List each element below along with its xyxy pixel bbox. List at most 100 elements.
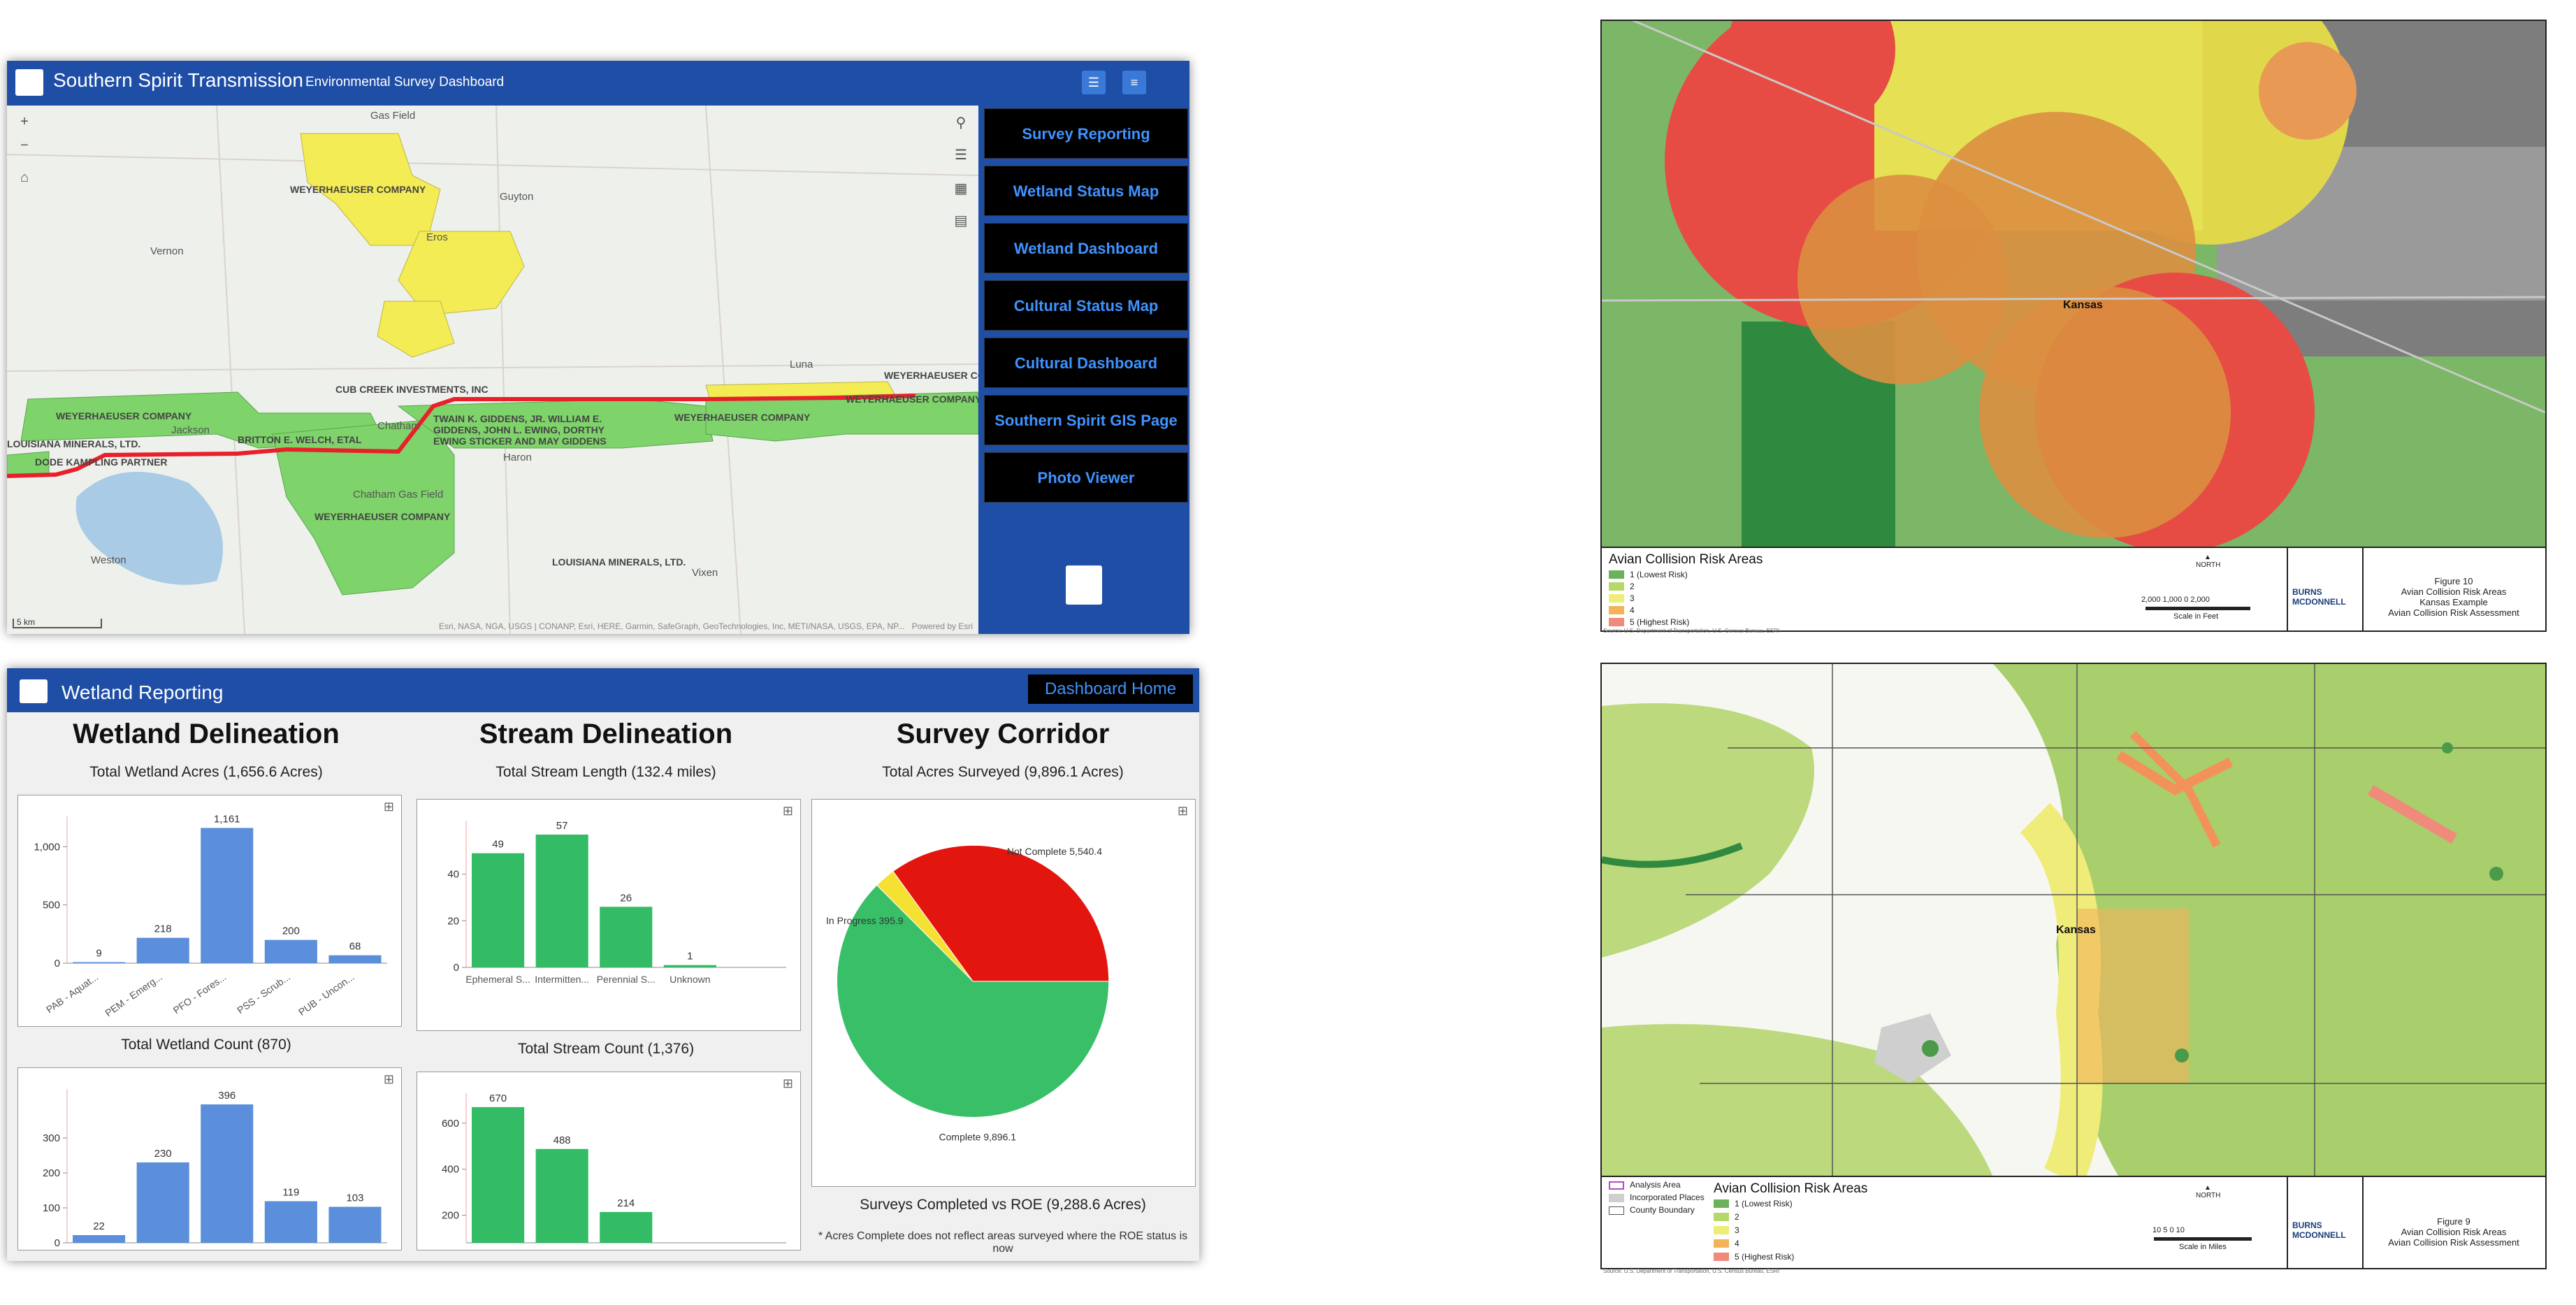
bar — [328, 1206, 382, 1243]
zoom-out-icon[interactable]: − — [14, 135, 35, 156]
figure-source: Source: U.S. Department of Transportatio… — [1603, 1268, 1780, 1274]
bar — [201, 828, 254, 963]
wetland-report-panel: Wetland Reporting Dashboard Home Wetland… — [7, 668, 1199, 1261]
legend-item: County Boundary — [1630, 1205, 1695, 1215]
map-canvas — [7, 106, 978, 634]
layers-icon[interactable]: ☰ — [1082, 71, 1106, 94]
layers-icon[interactable]: ☰ — [950, 145, 971, 166]
bar — [264, 1201, 317, 1243]
chart-svg: Complete 9,896.1 In Progress 395.9 Not Com… — [826, 844, 1110, 1143]
list-icon[interactable]: ≡ — [1122, 71, 1146, 94]
zoom-in-icon[interactable]: + — [14, 111, 35, 132]
bar — [136, 1162, 189, 1243]
slice-label: Complete 9,896.1 — [939, 1132, 1017, 1143]
owner-label: WEYERHAEUSER COMPANY — [846, 394, 982, 405]
slice-label: Not Complete 5,540.4 — [1007, 846, 1102, 857]
search-icon[interactable]: ⚲ — [950, 113, 971, 134]
chart-subtitle: Surveys Completed vs ROE (9,288.6 Acres) — [860, 1197, 1146, 1213]
nav-wetland-status-map[interactable]: Wetland Status Map — [984, 166, 1188, 216]
y-tick-label: 200 — [43, 1167, 60, 1179]
legend-swatch — [1609, 594, 1624, 603]
legend-swatch — [1714, 1226, 1729, 1234]
risk-map-9 — [1602, 664, 2545, 1177]
burns-mcdonnell-logo: BURNS MCDONNELL — [2292, 1220, 2346, 1240]
data-label: 214 — [617, 1197, 635, 1209]
y-tick-label: 400 — [442, 1164, 459, 1176]
place-label: Chatham — [377, 420, 420, 432]
x-tick-label: PSS - Scrub... — [235, 971, 292, 1016]
risk-map-10 — [1602, 21, 2545, 547]
app-title: Southern Spirit Transmission — [53, 69, 303, 91]
figure-10-map-frame: Kansas — [1600, 20, 2547, 548]
y-tick-label: 40 — [447, 869, 459, 881]
nav-photo-viewer[interactable]: Photo Viewer — [984, 452, 1188, 503]
place-label: Gas Field — [370, 110, 416, 122]
burns-mcdonnell-logo: BURNS MCDONNELL — [2292, 587, 2346, 607]
report-header: Wetland Reporting Dashboard Home — [7, 668, 1199, 712]
owner-label: WEYERHAEUSER COMPANY — [56, 410, 192, 421]
map-view[interactable]: Gas Field Guyton Vernon Eros Luna Jackso… — [7, 106, 1020, 634]
column-title: Survey Corridor — [896, 719, 1110, 749]
y-tick-label: 20 — [447, 915, 459, 927]
figure-9-map: Kansas Analysis Area Incorporated Places… — [1575, 650, 2562, 1286]
column-title: Stream Delineation — [479, 719, 733, 749]
data-label: 1,161 — [214, 814, 240, 825]
nav-cultural-status-map[interactable]: Cultural Status Map — [984, 280, 1188, 331]
scale-ticks: 2,000 1,000 0 2,000 — [2141, 596, 2210, 604]
scale-unit: Scale in Miles — [2179, 1243, 2227, 1251]
data-label: 49 — [492, 839, 504, 851]
chart-subtitle: Total Stream Length (132.4 miles) — [495, 764, 716, 780]
owner-label: LOUISIANA MINERALS, LTD. — [7, 438, 141, 449]
bar — [472, 853, 525, 967]
data-label: 230 — [154, 1148, 172, 1160]
legend-item: 2 — [1630, 582, 1635, 591]
dashboard-home-button[interactable]: Dashboard Home — [1028, 675, 1193, 704]
y-tick-label: 100 — [43, 1202, 60, 1214]
legend-item: 2 — [1735, 1212, 1739, 1222]
owner-label: CUB CREEK INVESTMENTS, INC — [335, 384, 489, 395]
figure-10-legend: Avian Collision Risk Areas 1 (Lowest Ris… — [1600, 547, 2547, 632]
y-tick-label: 200 — [442, 1210, 459, 1222]
nav-cultural-dashboard[interactable]: Cultural Dashboard — [984, 338, 1188, 388]
survey-corridor-pie-chart: ⊞ Complete 9,896.1 In Progress 395.9 Not Co… — [811, 799, 1196, 1187]
owner-label: BRITTON E. WELCH, ETAL — [238, 434, 362, 445]
chart-svg: 0 500 1,000 9 PAB - Aquat... 218 PEM - Emerg..… — [34, 814, 387, 1018]
chart-svg: 200 400 600 670 488 214 — [442, 1093, 786, 1243]
nav-survey-reporting[interactable]: Survey Reporting — [984, 108, 1188, 159]
place-label: Jackson — [171, 424, 210, 436]
basemap-icon[interactable]: ▤ — [950, 210, 971, 231]
place-label: Luna — [790, 359, 813, 370]
chart-subtitle: Total Stream Count (1,376) — [517, 1041, 695, 1057]
y-tick-label: 0 — [55, 958, 60, 969]
nav-gis-page[interactable]: Southern Spirit GIS Page — [984, 395, 1188, 445]
scale-bar — [2154, 1237, 2252, 1241]
figure-10-map: Kansas Avian Collision Risk Areas 1 (Low… — [1575, 13, 2562, 635]
side-nav: Survey Reporting Wetland Status Map Wetl… — [978, 106, 1189, 634]
place-label: Weston — [91, 554, 126, 566]
legend-swatch — [1609, 1194, 1624, 1202]
bar — [600, 1211, 653, 1243]
chart-subtitle: Total Wetland Count (870) — [121, 1037, 291, 1053]
place-label: Haron — [503, 452, 532, 463]
figure-caption: Avian Collision Risk Areas — [2401, 1227, 2507, 1237]
north-arrow-icon: ▲ NORTH — [2196, 554, 2221, 569]
y-tick-label: 300 — [43, 1132, 60, 1144]
data-label: 26 — [620, 892, 632, 904]
y-tick-label: 0 — [55, 1237, 60, 1249]
legend-swatch — [1609, 618, 1624, 626]
legend-item: 1 (Lowest Risk) — [1735, 1199, 1793, 1209]
place-label: Vixen — [692, 567, 718, 579]
legend-swatch — [1609, 1206, 1624, 1215]
bar — [264, 939, 317, 963]
qr-icon[interactable]: ▦ — [950, 178, 971, 199]
figure-caption: Figure 9 — [2437, 1216, 2470, 1227]
place-label: Guyton — [500, 191, 534, 203]
home-icon[interactable]: ⌂ — [14, 167, 35, 188]
map-header: Southern Spirit Transmission Environment… — [7, 61, 1189, 106]
data-label: 119 — [282, 1187, 299, 1199]
brand-logo-icon — [1066, 565, 1102, 605]
nav-wetland-dashboard[interactable]: Wetland Dashboard — [984, 223, 1188, 273]
bar — [663, 965, 716, 967]
wetland-acres-chart: ⊞ 0 500 1,000 9 PAB - Aquat... 218 PEM - Emerg.… — [17, 795, 402, 1027]
place-label: Chatham Gas Field — [353, 489, 444, 500]
